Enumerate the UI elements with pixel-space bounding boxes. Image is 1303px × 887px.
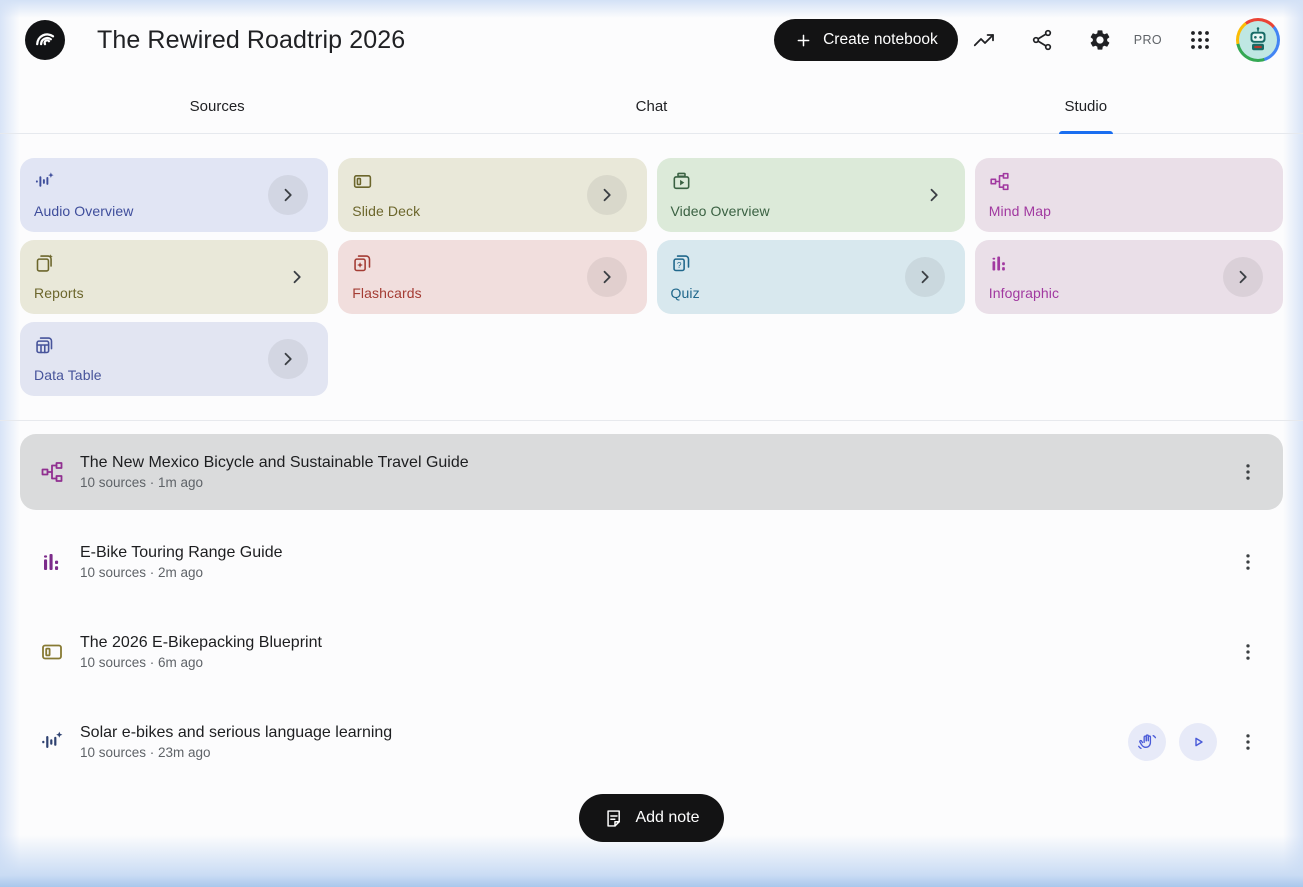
- artifact-text: E-Bike Touring Range Guide 10 sources · …: [80, 544, 283, 580]
- studio-card-audio-overview[interactable]: Audio Overview: [20, 158, 329, 232]
- studio-card-label: Mind Map: [988, 203, 1052, 219]
- analytics-icon[interactable]: [964, 20, 1004, 60]
- apps-grid-icon[interactable]: [1180, 20, 1220, 60]
- artifact-meta: 10 sources · 23m ago: [80, 745, 211, 760]
- play-button[interactable]: [1179, 723, 1217, 761]
- create-notebook-label: Create notebook: [823, 31, 938, 48]
- interactive-mode-icon: [1137, 732, 1157, 752]
- chevron-right-icon[interactable]: [268, 175, 309, 215]
- notebooklm-app: The Rewired Roadtrip 2026 Create noteboo…: [0, 0, 1303, 842]
- artifact-title: E-Bike Touring Range Guide: [80, 544, 283, 561]
- play-icon: [1188, 732, 1208, 752]
- artifact-meta: 10 sources · 6m ago: [80, 655, 204, 670]
- app-header: The Rewired Roadtrip 2026 Create noteboo…: [0, 0, 1303, 80]
- notebook-title[interactable]: The Rewired Roadtrip 2026: [97, 26, 405, 55]
- studio-card-video-overview[interactable]: Video Overview: [656, 158, 965, 232]
- audio-waveform-icon: [40, 730, 64, 754]
- mind-map-icon: [40, 460, 64, 484]
- active-tab-underline: [1058, 131, 1113, 134]
- artifact-text: The New Mexico Bicycle and Sustainable T…: [80, 454, 469, 490]
- add-note-button[interactable]: Add note: [579, 794, 724, 842]
- add-note-area: Add note: [0, 794, 1303, 842]
- studio-card-label: Video Overview: [670, 203, 770, 219]
- avatar-robot-image: [1239, 21, 1277, 59]
- chevron-right-icon[interactable]: [586, 175, 627, 215]
- studio-card-flashcards[interactable]: Flashcards: [338, 240, 647, 314]
- add-note-label: Add note: [635, 809, 700, 826]
- artifact-row[interactable]: The 2026 E-Bikepacking Blueprint 10 sour…: [20, 614, 1283, 690]
- studio-card-reports[interactable]: Reports: [20, 240, 329, 314]
- chevron-right-icon[interactable]: [268, 339, 309, 379]
- studio-card-data-table[interactable]: Data Table: [20, 322, 329, 396]
- note-icon: [603, 808, 624, 829]
- artifact-actions: [1230, 460, 1260, 484]
- tab-label: Studio: [1064, 98, 1108, 115]
- studio-cards-grid: Audio Overview Slide Deck Video Overview…: [20, 158, 1283, 396]
- row-menu-button[interactable]: [1236, 640, 1260, 664]
- artifact-title: Solar e-bikes and serious language learn…: [80, 724, 393, 741]
- studio-card-infographic[interactable]: Infographic: [974, 240, 1283, 314]
- section-divider: [0, 420, 1303, 421]
- chevron-right-icon[interactable]: [286, 266, 308, 288]
- reports-icon: [34, 253, 314, 274]
- artifact-actions: [1230, 640, 1260, 664]
- infographic-icon: [40, 550, 64, 574]
- dots-vertical-icon: [1237, 461, 1259, 483]
- dots-vertical-icon: [1237, 551, 1259, 573]
- dots-vertical-icon: [1237, 731, 1259, 753]
- chevron-right-icon[interactable]: [1223, 257, 1263, 297]
- video-overview-icon: [671, 171, 951, 192]
- artifact-row[interactable]: E-Bike Touring Range Guide 10 sources · …: [20, 524, 1283, 600]
- svg-text:?: ?: [676, 260, 681, 270]
- studio-card-mind-map[interactable]: Mind Map: [974, 158, 1283, 232]
- dots-vertical-icon: [1237, 641, 1259, 663]
- chevron-right-icon[interactable]: [904, 257, 945, 297]
- avatar[interactable]: [1236, 18, 1280, 62]
- settings-icon[interactable]: [1080, 20, 1120, 60]
- tab-label: Sources: [189, 98, 245, 115]
- artifact-list: The New Mexico Bicycle and Sustainable T…: [20, 434, 1283, 780]
- header-actions: Create notebook PRO: [774, 18, 1280, 62]
- studio-card-label: Reports: [34, 285, 84, 301]
- artifact-meta: 10 sources · 1m ago: [80, 475, 204, 490]
- artifact-row[interactable]: Solar e-bikes and serious language learn…: [20, 704, 1283, 780]
- row-menu-button[interactable]: [1236, 550, 1260, 574]
- tab-chat[interactable]: Chat: [434, 80, 868, 133]
- artifact-title: The New Mexico Bicycle and Sustainable T…: [80, 454, 469, 471]
- studio-card-quiz[interactable]: ? Quiz: [656, 240, 965, 314]
- artifact-actions: [1230, 550, 1260, 574]
- artifact-text: The 2026 E-Bikepacking Blueprint 10 sour…: [80, 634, 322, 670]
- artifact-meta: 10 sources · 2m ago: [80, 565, 204, 580]
- mind-map-icon: [989, 171, 1269, 192]
- row-menu-button[interactable]: [1236, 460, 1260, 484]
- chevron-right-icon[interactable]: [923, 184, 945, 206]
- artifact-title: The 2026 E-Bikepacking Blueprint: [80, 634, 322, 651]
- studio-card-slide-deck[interactable]: Slide Deck: [338, 158, 647, 232]
- tab-label: Chat: [635, 98, 668, 115]
- tab-studio[interactable]: Studio: [869, 80, 1303, 134]
- chevron-right-icon[interactable]: [586, 257, 627, 297]
- artifact-actions: [1128, 723, 1260, 761]
- slide-deck-icon: [40, 640, 64, 664]
- tab-sources[interactable]: Sources: [0, 80, 434, 133]
- plus-icon: [794, 31, 813, 50]
- share-icon[interactable]: [1022, 20, 1062, 60]
- interactive-mode-button[interactable]: [1128, 723, 1166, 761]
- artifact-row[interactable]: The New Mexico Bicycle and Sustainable T…: [20, 434, 1283, 510]
- tab-bar: Sources Chat Studio: [0, 80, 1303, 134]
- create-notebook-button[interactable]: Create notebook: [774, 19, 958, 61]
- row-menu-button[interactable]: [1236, 730, 1260, 754]
- artifact-text: Solar e-bikes and serious language learn…: [80, 724, 392, 760]
- pro-badge: PRO: [1133, 33, 1162, 47]
- notebooklm-logo-icon[interactable]: [25, 20, 65, 60]
